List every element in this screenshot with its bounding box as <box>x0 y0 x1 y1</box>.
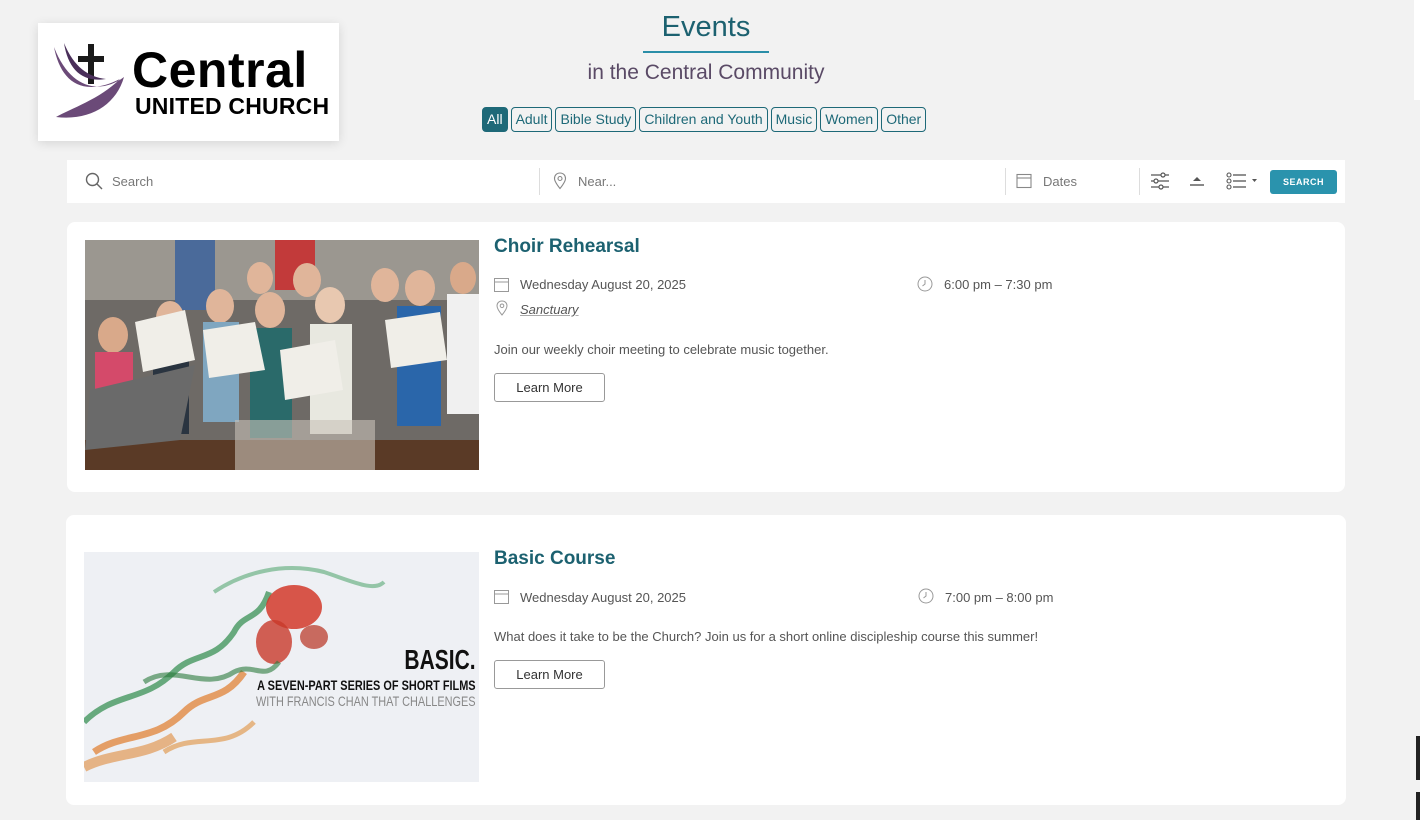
filter-all[interactable]: All <box>482 107 508 132</box>
dates-input[interactable]: Dates <box>1043 174 1077 189</box>
clock-icon <box>917 276 933 292</box>
page-scrollbar-track[interactable] <box>1414 0 1420 100</box>
side-tab[interactable] <box>1416 736 1420 780</box>
event-date: Wednesday August 20, 2025 <box>520 590 686 605</box>
filter-music[interactable]: Music <box>770 107 818 132</box>
sort-icon[interactable] <box>1189 172 1205 190</box>
title-underline <box>643 51 769 53</box>
filter-bible-study[interactable]: Bible Study <box>555 107 637 132</box>
calendar-icon <box>1016 173 1032 189</box>
page-subtitle: in the Central Community <box>587 61 825 84</box>
event-venue-link[interactable]: Sanctuary <box>520 302 579 317</box>
search-icon <box>85 172 103 190</box>
divider <box>1139 168 1140 195</box>
filter-adult[interactable]: Adult <box>510 107 553 132</box>
location-pin-icon <box>496 300 508 316</box>
image-subtitle-text: A SEVEN-PART SERIES OF SHORT FILMS <box>257 677 476 693</box>
calendar-icon <box>494 278 509 292</box>
event-search-bar: Search Near... Dates SEARCH <box>67 160 1345 203</box>
learn-more-button[interactable]: Learn More <box>494 373 605 402</box>
near-input[interactable]: Near... <box>578 174 616 189</box>
event-card: BASIC. A SEVEN-PART SERIES OF SHORT FILM… <box>66 515 1346 805</box>
event-time: 6:00 pm – 7:30 pm <box>944 277 1053 292</box>
list-view-icon[interactable] <box>1226 172 1258 190</box>
calendar-icon <box>494 590 509 604</box>
learn-more-button[interactable]: Learn More <box>494 660 605 689</box>
event-description: Join our weekly choir meeting to celebra… <box>494 342 829 357</box>
category-filters: All Adult Bible Study Children and Youth… <box>482 107 927 132</box>
event-title[interactable]: Basic Course <box>494 548 615 570</box>
event-description: What does it take to be the Church? Join… <box>494 629 1039 644</box>
event-title[interactable]: Choir Rehearsal <box>494 236 640 258</box>
event-date: Wednesday August 20, 2025 <box>520 277 686 292</box>
event-card: Choir Rehearsal Wednesday August 20, 202… <box>67 222 1345 492</box>
location-pin-icon <box>553 172 567 190</box>
event-time: 7:00 pm – 8:00 pm <box>945 590 1054 605</box>
basic-course-image[interactable]: BASIC. A SEVEN-PART SERIES OF SHORT FILM… <box>84 552 479 782</box>
filter-children-youth[interactable]: Children and Youth <box>639 107 768 132</box>
filter-sliders-icon[interactable] <box>1150 172 1170 190</box>
page-title: Events <box>661 11 751 43</box>
search-button[interactable]: SEARCH <box>1270 170 1337 194</box>
divider <box>539 168 540 195</box>
side-tab[interactable] <box>1416 792 1420 820</box>
search-input[interactable]: Search <box>112 174 153 189</box>
image-title-text: BASIC. <box>404 644 476 675</box>
image-caption-text: WITH FRANCIS CHAN THAT CHALLENGES <box>256 693 476 709</box>
logo-word-united-church: UNITED CHURCH <box>135 93 330 119</box>
choir-rehearsal-photo[interactable] <box>85 240 479 470</box>
filter-women[interactable]: Women <box>820 107 879 132</box>
filter-other[interactable]: Other <box>881 107 927 132</box>
clock-icon <box>918 588 934 604</box>
divider <box>1005 168 1006 195</box>
